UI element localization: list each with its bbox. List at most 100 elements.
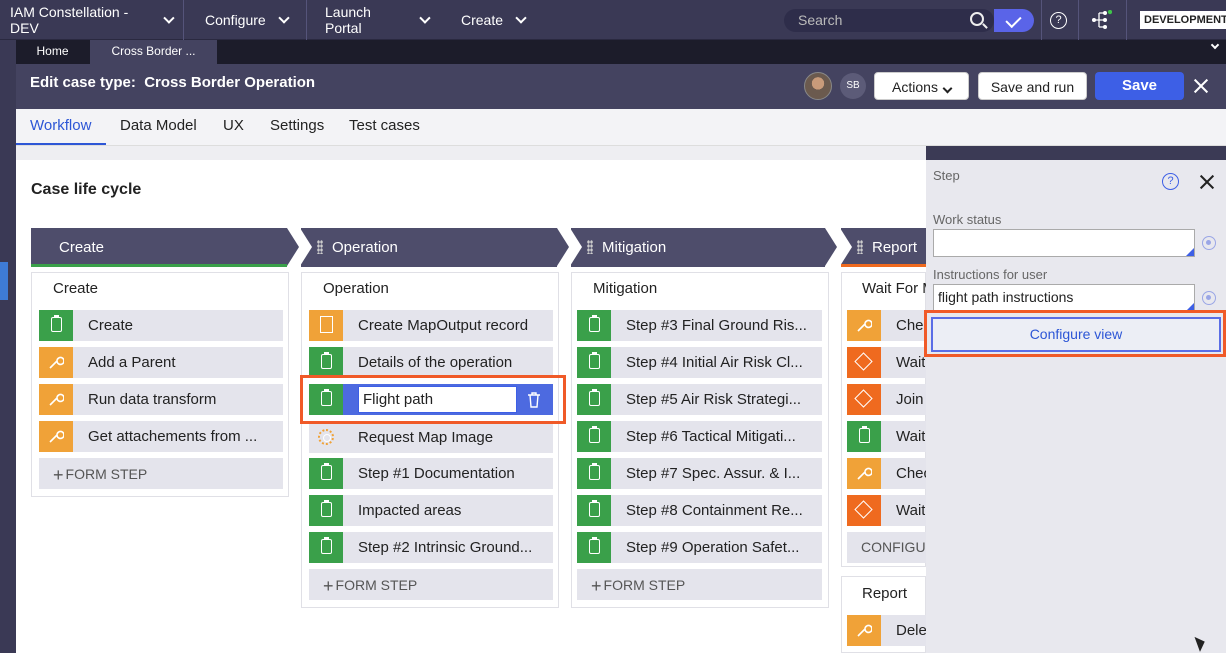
- step-intrinsic-ground[interactable]: Step #2 Intrinsic Ground...: [309, 532, 553, 563]
- title-prefix: Edit case type:: [30, 74, 136, 91]
- step-get-attachments[interactable]: Get attachements from ...: [39, 421, 283, 452]
- tab-ux[interactable]: UX: [223, 117, 244, 134]
- stage-create[interactable]: Create: [31, 228, 299, 267]
- step-report-5[interactable]: Chec: [847, 458, 931, 489]
- decision-icon: [854, 500, 873, 519]
- step-9[interactable]: Step #9 Operation Safet...: [577, 532, 822, 563]
- clipboard-icon: [589, 315, 600, 332]
- step-type-icon: [309, 422, 343, 453]
- step-request-map-image[interactable]: Request Map Image: [309, 422, 553, 453]
- page-title: Edit case type: Cross Border Operation: [30, 74, 315, 91]
- save-button[interactable]: Save: [1095, 72, 1184, 100]
- step-create-mapoutput[interactable]: Create MapOutput record: [309, 310, 553, 341]
- step-label: Dele: [896, 622, 927, 639]
- step-label: Wait: [896, 502, 926, 519]
- step-type-icon: [847, 615, 881, 646]
- stage-operation[interactable]: Operation: [300, 228, 569, 267]
- tab-workflow[interactable]: Workflow: [30, 117, 91, 134]
- step-6[interactable]: Step #6 Tactical Mitigati...: [577, 421, 822, 452]
- avatar[interactable]: [804, 72, 832, 100]
- step-label: Join: [896, 391, 924, 408]
- tab-test-cases[interactable]: Test cases: [349, 117, 420, 134]
- actions-button[interactable]: Actions: [874, 72, 969, 100]
- step-type-icon: [577, 421, 611, 452]
- help-icon[interactable]: ?: [1162, 173, 1179, 190]
- search-placeholder: Search: [798, 12, 843, 28]
- app-name: IAM Constellation - DEV: [10, 3, 129, 36]
- stage-title: Create: [59, 239, 105, 256]
- step-type-icon: [577, 347, 611, 378]
- process-title: Mitigation: [593, 280, 658, 297]
- instructions-field[interactable]: flight path instructions: [933, 284, 1195, 312]
- drag-handle-icon[interactable]: [317, 240, 323, 254]
- panel-close-icon[interactable]: [1199, 174, 1215, 190]
- search-icon[interactable]: [970, 12, 984, 26]
- step-5[interactable]: Step #5 Air Risk Strategi...: [577, 384, 822, 415]
- clipboard-icon: [321, 537, 332, 554]
- step-label: Create: [88, 317, 134, 334]
- plus-icon: +: [53, 465, 64, 485]
- gear-icon: [318, 429, 334, 445]
- close-icon[interactable]: [1193, 78, 1209, 94]
- configure-menu[interactable]: Configure: [184, 0, 307, 40]
- stage-mitigation[interactable]: Mitigation: [570, 228, 837, 267]
- step-7[interactable]: Step #7 Spec. Assur. & I...: [577, 458, 822, 489]
- property-reference-icon[interactable]: [1202, 291, 1216, 305]
- wrench-icon: [857, 467, 872, 480]
- configure-process-button[interactable]: CONFIGUR: [847, 532, 936, 563]
- step-report-6[interactable]: Wait: [847, 495, 926, 526]
- step-4[interactable]: Step #4 Initial Air Risk Cl...: [577, 347, 822, 378]
- help-icon[interactable]: ?: [1050, 12, 1067, 29]
- clipboard-icon: [589, 426, 600, 443]
- instructions-value: flight path instructions: [938, 289, 1074, 305]
- step-label: Get attachements from ...: [88, 428, 258, 445]
- tab-cross-border[interactable]: Cross Border ...: [90, 40, 217, 64]
- check-button[interactable]: [994, 9, 1034, 32]
- work-status-field[interactable]: [933, 229, 1195, 257]
- step-add-parent[interactable]: Add a Parent: [39, 347, 283, 378]
- step-3[interactable]: Step #3 Final Ground Ris...: [577, 310, 822, 341]
- step-report-1[interactable]: Chec: [847, 310, 931, 341]
- step-type-icon: [309, 347, 343, 378]
- step-report-2[interactable]: Wait: [847, 347, 926, 378]
- hierarchy-icon[interactable]: [1090, 10, 1112, 30]
- app-switcher[interactable]: IAM Constellation - DEV: [0, 0, 184, 40]
- step-label: Impacted areas: [358, 502, 462, 519]
- add-form-step-button[interactable]: + FORM STEP: [309, 569, 553, 600]
- drag-handle-icon[interactable]: [587, 240, 593, 254]
- stage-title: Mitigation: [602, 239, 667, 256]
- step-report-4[interactable]: Wait: [847, 421, 926, 452]
- step-8[interactable]: Step #8 Containment Re...: [577, 495, 822, 526]
- clipboard-icon: [589, 463, 600, 480]
- search-input[interactable]: Search: [784, 9, 994, 32]
- step-type-icon: [309, 310, 343, 341]
- step-details-operation[interactable]: Details of the operation: [309, 347, 553, 378]
- step-impacted-areas[interactable]: Impacted areas: [309, 495, 553, 526]
- step-documentation[interactable]: Step #1 Documentation: [309, 458, 553, 489]
- step-report-3[interactable]: Join: [847, 384, 926, 415]
- avatar-initials[interactable]: SB: [840, 73, 866, 99]
- step-report-delete[interactable]: Dele: [847, 615, 927, 646]
- workflow-tabs: Workflow Data Model UX Settings Test cas…: [16, 109, 1226, 146]
- step-type-icon: [39, 347, 73, 378]
- step-label: Wait: [896, 428, 926, 445]
- tab-settings[interactable]: Settings: [270, 117, 324, 134]
- tab-home[interactable]: Home: [16, 40, 89, 64]
- tabs-overflow-chevron-icon[interactable]: [1210, 40, 1220, 50]
- document-download-icon: [320, 316, 333, 333]
- configure-view-button[interactable]: Configure view: [931, 317, 1221, 352]
- property-reference-icon[interactable]: [1202, 236, 1216, 250]
- stage-report[interactable]: Report: [840, 228, 926, 267]
- step-create[interactable]: Create: [39, 310, 283, 341]
- step-type-icon: [309, 495, 343, 526]
- tab-data-model[interactable]: Data Model: [120, 117, 197, 134]
- save-and-run-button[interactable]: Save and run: [978, 72, 1087, 100]
- launch-portal-menu[interactable]: Launch Portal: [307, 0, 439, 40]
- create-menu[interactable]: Create: [439, 0, 539, 40]
- step-label: Step #5 Air Risk Strategi...: [626, 391, 802, 408]
- step-run-data-transform[interactable]: Run data transform: [39, 384, 283, 415]
- add-form-step-button[interactable]: + FORM STEP: [577, 569, 822, 600]
- divider: [1078, 0, 1079, 40]
- add-form-step-button[interactable]: + FORM STEP: [39, 458, 283, 489]
- drag-handle-icon[interactable]: [857, 240, 863, 254]
